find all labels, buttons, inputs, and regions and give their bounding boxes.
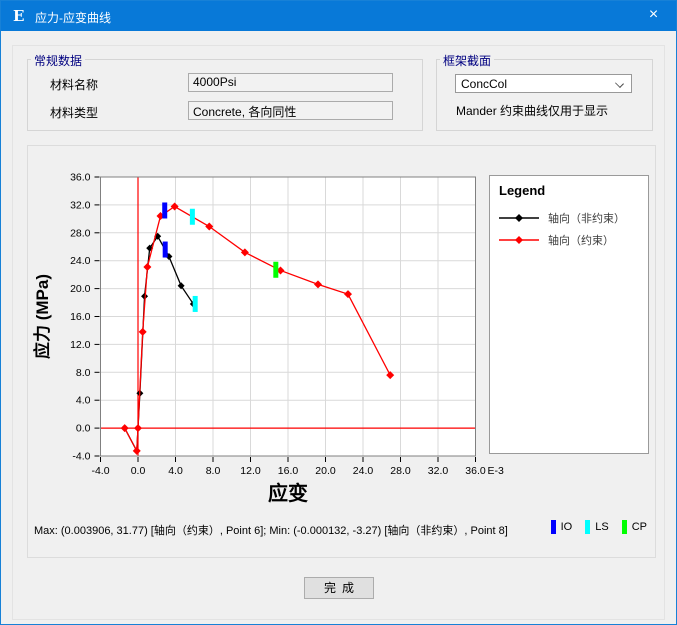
x-tick-label: 12.0 bbox=[240, 465, 261, 477]
app-icon: E bbox=[13, 7, 24, 25]
x-tick-label: 20.0 bbox=[315, 465, 336, 477]
title-bar: E 应力-应变曲线 × bbox=[1, 1, 676, 31]
x-tick-label: 28.0 bbox=[390, 465, 411, 477]
legend-line-sample bbox=[499, 235, 539, 245]
x-axis-unit-suffix: E-3 bbox=[488, 465, 505, 477]
legend-entries: 轴向（非约束） 轴向（约束） bbox=[499, 207, 639, 251]
status-row: Max: (0.003906, 31.77) [轴向（约束）, Point 6]… bbox=[34, 518, 651, 536]
material-type-field[interactable]: Concrete, 各向同性 bbox=[188, 101, 393, 120]
x-tick-label: 16.0 bbox=[278, 465, 299, 477]
done-button[interactable]: 完成 bbox=[304, 577, 374, 599]
y-tick-label: 0.0 bbox=[76, 423, 91, 435]
acceptance-label: LS bbox=[595, 521, 608, 533]
material-type-label: 材料类型 bbox=[50, 104, 98, 121]
y-tick-label: 20.0 bbox=[70, 283, 91, 295]
acceptance-marker-io bbox=[163, 242, 168, 258]
frame-section-selected-value: ConcCol bbox=[461, 77, 507, 91]
legend-entry-label: 轴向（约束） bbox=[548, 232, 614, 248]
y-tick-label: -4.0 bbox=[72, 451, 90, 463]
chevron-down-icon bbox=[615, 79, 624, 88]
acceptance-color-bar bbox=[551, 520, 556, 534]
acceptance-label: IO bbox=[561, 521, 573, 533]
x-tick-label: 8.0 bbox=[206, 465, 221, 477]
y-tick-label: 4.0 bbox=[76, 395, 91, 407]
max-min-status-text: Max: (0.003906, 31.77) [轴向（约束）, Point 6]… bbox=[34, 522, 508, 538]
x-tick-label: 4.0 bbox=[168, 465, 183, 477]
legend-line-sample bbox=[499, 213, 539, 223]
acceptance-color-bar bbox=[585, 520, 590, 534]
x-axis-title: 应变 bbox=[268, 481, 308, 505]
legend-entry: 轴向（非约束） bbox=[499, 207, 639, 229]
groupbox-general-data: 常规数据 材料名称 4000Psi 材料类型 Concrete, 各向同性 bbox=[27, 59, 423, 131]
material-name-label: 材料名称 bbox=[50, 76, 98, 93]
groupbox-frame-section: 框架截面 ConcCol Mander 约束曲线仅用于显示 bbox=[436, 59, 653, 131]
acceptance-color-bar bbox=[622, 520, 627, 534]
acceptance-marker-cp bbox=[273, 262, 278, 278]
chart-panel: -4.0 0.0 4.0 8.0 12.0 16.0 20.0 24.0 28.0 32.0 36.… bbox=[27, 145, 656, 558]
acceptance-marker-ls bbox=[193, 296, 198, 312]
frame-section-dropdown[interactable]: ConcCol bbox=[455, 74, 632, 93]
material-name-field[interactable]: 4000Psi bbox=[188, 73, 393, 92]
legend-entry: 轴向（约束） bbox=[499, 229, 639, 251]
legend-entry-label: 轴向（非约束） bbox=[548, 210, 625, 226]
y-tick-label: 32.0 bbox=[70, 199, 91, 211]
y-tick-label: 28.0 bbox=[70, 227, 91, 239]
acceptance-legend-item: IO bbox=[551, 520, 573, 534]
groupbox-frame-section-title: 框架截面 bbox=[440, 52, 494, 69]
close-icon[interactable]: × bbox=[631, 1, 676, 31]
acceptance-label: CP bbox=[632, 521, 647, 533]
mander-note-label: Mander 约束曲线仅用于显示 bbox=[456, 102, 608, 119]
x-tick-label: 36.0 bbox=[465, 465, 486, 477]
y-tick-label: 16.0 bbox=[70, 311, 91, 323]
stress-strain-dialog: E 应力-应变曲线 × 常规数据 材料名称 4000Psi 材料类型 Concr… bbox=[0, 0, 677, 625]
x-tick-label: 0.0 bbox=[131, 465, 146, 477]
groupbox-general-data-title: 常规数据 bbox=[31, 52, 85, 69]
acceptance-legend-item: LS bbox=[585, 520, 608, 534]
chart-legend: Legend 轴向（非约束） 轴向（约束） bbox=[489, 175, 649, 454]
legend-title: Legend bbox=[499, 183, 639, 198]
x-tick-label: 32.0 bbox=[428, 465, 449, 477]
acceptance-marker-io bbox=[162, 202, 167, 218]
y-tick-label: 24.0 bbox=[70, 255, 91, 267]
x-tick-label: -4.0 bbox=[91, 465, 109, 477]
x-tick-label: 24.0 bbox=[353, 465, 374, 477]
y-tick-label: 8.0 bbox=[76, 367, 91, 379]
y-axis-title: 应力 (MPa) bbox=[32, 274, 52, 359]
acceptance-marker-ls bbox=[190, 209, 195, 225]
y-tick-label: 12.0 bbox=[70, 339, 91, 351]
acceptance-legend-item: CP bbox=[622, 520, 647, 534]
window-title: 应力-应变曲线 bbox=[35, 9, 111, 26]
y-tick-label: 36.0 bbox=[70, 172, 91, 184]
acceptance-criteria-legend: IO LS CP bbox=[551, 520, 647, 534]
